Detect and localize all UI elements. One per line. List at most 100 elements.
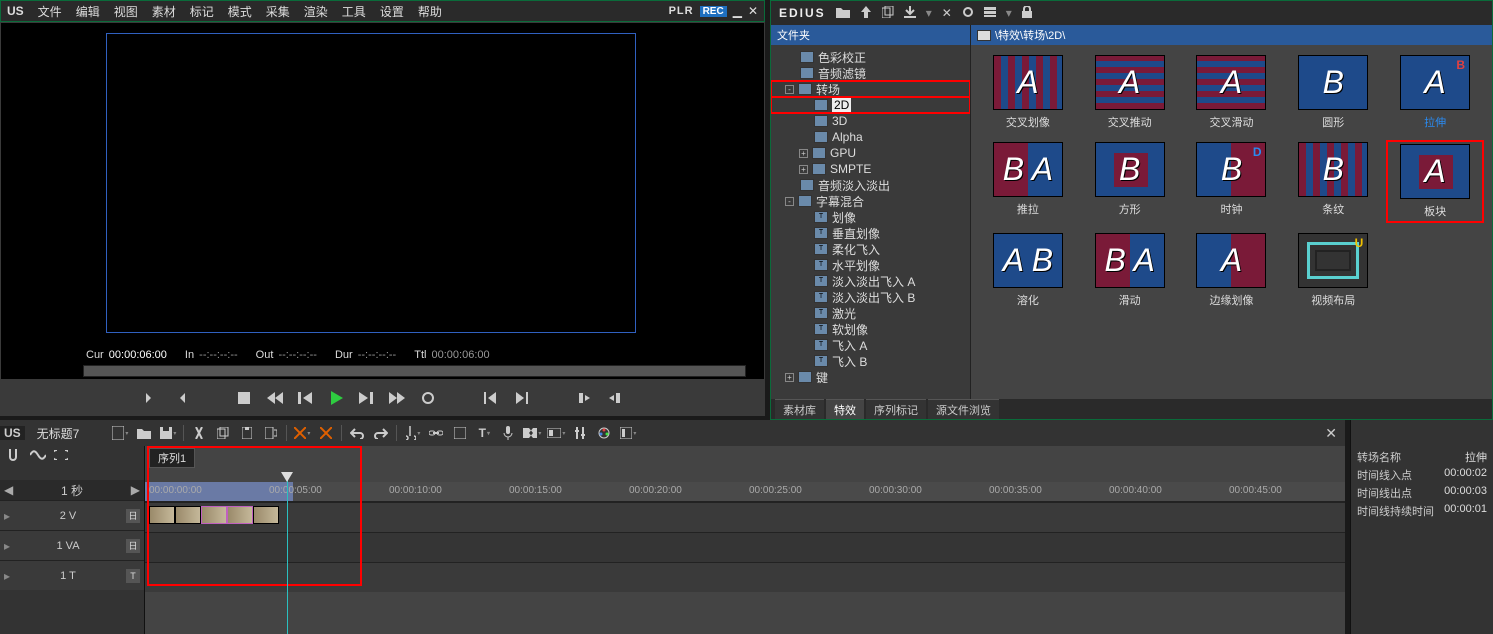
view-icon[interactable]: [984, 6, 996, 20]
transition-button[interactable]: ▾: [523, 424, 541, 442]
link-button[interactable]: [427, 424, 445, 442]
effect-item[interactable]: A板块: [1386, 140, 1484, 223]
tree-node[interactable]: 音频淡入淡出: [771, 177, 970, 193]
expand-icon[interactable]: -: [785, 85, 794, 94]
expand-icon[interactable]: -: [785, 197, 794, 206]
preview-canvas[interactable]: [106, 33, 636, 333]
menu-help[interactable]: 帮助: [418, 3, 442, 20]
render-button[interactable]: ▾: [547, 424, 565, 442]
new-button[interactable]: ▾: [111, 424, 129, 442]
expand-icon[interactable]: ▸: [4, 569, 10, 583]
menu-file[interactable]: 文件: [38, 3, 62, 20]
tree-node[interactable]: T垂直划像: [771, 225, 970, 241]
tree-node[interactable]: 3D: [771, 113, 970, 129]
effect-item[interactable]: A边缘划像: [1183, 231, 1281, 310]
effect-item[interactable]: B圆形: [1284, 53, 1382, 132]
ripple-delete-button[interactable]: ▾: [293, 424, 311, 442]
tree-node[interactable]: T激光: [771, 305, 970, 321]
tree-node[interactable]: T软划像: [771, 321, 970, 337]
step-back-button[interactable]: [295, 388, 316, 408]
set-in-button[interactable]: [574, 388, 595, 408]
tree-node[interactable]: T飞入 B: [771, 353, 970, 369]
tree-node[interactable]: 色彩校正: [771, 49, 970, 65]
expand-icon[interactable]: +: [799, 165, 808, 174]
save-button[interactable]: ▾: [159, 424, 177, 442]
mark-in-button[interactable]: [140, 388, 161, 408]
tab-effects[interactable]: 特效: [826, 399, 864, 419]
time-ruler[interactable]: 00:00:00:0000:00:05:0000:00:10:0000:00:1…: [145, 482, 1345, 502]
tree-node[interactable]: -转场: [771, 81, 970, 97]
step-forward-button[interactable]: [356, 388, 377, 408]
scale-control[interactable]: ◀ 1 秒 ▶: [0, 480, 144, 500]
timeline-canvas[interactable]: 序列1 00:00:00:0000:00:05:0000:00:10:0000:…: [145, 446, 1345, 634]
fast-forward-button[interactable]: [387, 388, 408, 408]
play-button[interactable]: [325, 388, 346, 408]
loop-button[interactable]: [417, 388, 438, 408]
tree-node[interactable]: -字幕混合: [771, 193, 970, 209]
track-header[interactable]: ▸1 TT: [0, 560, 144, 590]
sync-icon[interactable]: [54, 449, 68, 463]
clip[interactable]: [149, 506, 175, 524]
tree-node[interactable]: T飞入 A: [771, 337, 970, 353]
tree-node[interactable]: +GPU: [771, 145, 970, 161]
menu-edit[interactable]: 编辑: [76, 3, 100, 20]
tree-node[interactable]: 音频滤镜: [771, 65, 970, 81]
mark-out-button[interactable]: [171, 388, 192, 408]
scrub-bar[interactable]: [83, 365, 746, 377]
menu-capture[interactable]: 采集: [266, 3, 290, 20]
scale-prev-button[interactable]: ◀: [4, 483, 13, 497]
expand-icon[interactable]: ▸: [4, 509, 10, 523]
paste-button[interactable]: [238, 424, 256, 442]
folder-icon[interactable]: [836, 6, 850, 21]
import-icon[interactable]: [904, 6, 916, 21]
stop-button[interactable]: [234, 388, 255, 408]
tree-node[interactable]: +SMPTE: [771, 161, 970, 177]
delete-button[interactable]: [317, 424, 335, 442]
track-row[interactable]: [145, 532, 1345, 562]
tab-source[interactable]: 源文件浏览: [928, 399, 999, 419]
undo-button[interactable]: [348, 424, 366, 442]
mixer-button[interactable]: [571, 424, 589, 442]
color-button[interactable]: [595, 424, 613, 442]
timeline-close-button[interactable]: ✕: [1325, 425, 1337, 442]
title-button[interactable]: T▾: [475, 424, 493, 442]
cut-button[interactable]: [190, 424, 208, 442]
clip[interactable]: [175, 506, 201, 524]
close-button[interactable]: ✕: [748, 4, 758, 18]
sequence-tab[interactable]: 序列1: [149, 448, 195, 468]
menu-render[interactable]: 渲染: [304, 3, 328, 20]
effect-item[interactable]: AB拉伸: [1386, 53, 1484, 132]
next-edit-button[interactable]: [511, 388, 532, 408]
effect-item[interactable]: B条纹: [1284, 140, 1382, 223]
effects-tree[interactable]: 色彩校正音频滤镜-转场2D3DAlpha+GPU+SMPTE音频淡入淡出-字幕混…: [771, 45, 970, 399]
delete-icon[interactable]: ✕: [942, 6, 952, 20]
clip[interactable]: [253, 506, 279, 524]
menu-marker[interactable]: 标记: [190, 3, 214, 20]
menu-view[interactable]: 视图: [114, 3, 138, 20]
expand-icon[interactable]: +: [799, 149, 808, 158]
track-header[interactable]: ▸1 VA日: [0, 530, 144, 560]
track-header[interactable]: ▸2 V日: [0, 500, 144, 530]
effect-item[interactable]: B方形: [1081, 140, 1179, 223]
effect-item[interactable]: BD时钟: [1183, 140, 1281, 223]
copy-button[interactable]: [214, 424, 232, 442]
rewind-button[interactable]: [264, 388, 285, 408]
effect-item[interactable]: U视频布局: [1284, 231, 1382, 310]
effect-item[interactable]: A交叉推动: [1081, 53, 1179, 132]
effect-item[interactable]: A B溶化: [979, 231, 1077, 310]
redo-button[interactable]: [372, 424, 390, 442]
copy-icon[interactable]: [882, 6, 894, 21]
effect-item[interactable]: A交叉滑动: [1183, 53, 1281, 132]
effect-item[interactable]: A交叉划像: [979, 53, 1077, 132]
menu-settings[interactable]: 设置: [380, 3, 404, 20]
clip[interactable]: [227, 506, 253, 524]
tree-node[interactable]: T淡入淡出飞入 A: [771, 273, 970, 289]
up-icon[interactable]: [860, 6, 872, 21]
scale-next-button[interactable]: ▶: [131, 483, 140, 497]
tree-node[interactable]: Alpha: [771, 129, 970, 145]
layout-button[interactable]: ▾: [619, 424, 637, 442]
group-button[interactable]: [451, 424, 469, 442]
tab-bin[interactable]: 素材库: [775, 399, 824, 419]
tree-node[interactable]: +键: [771, 369, 970, 385]
ripple-icon[interactable]: [30, 449, 46, 463]
